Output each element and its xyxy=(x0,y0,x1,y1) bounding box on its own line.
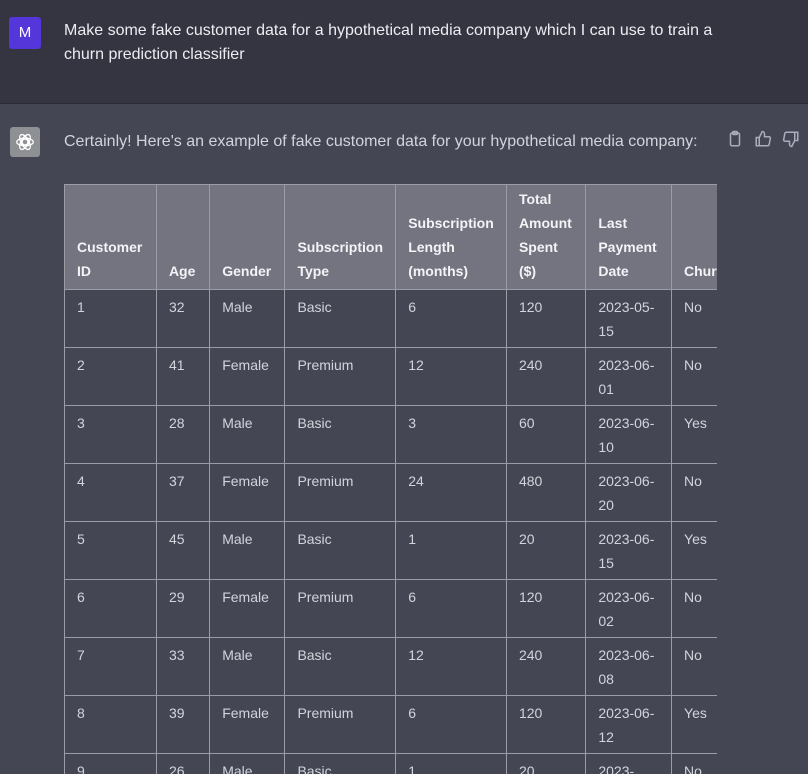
table-cell: 41 xyxy=(156,348,209,406)
table-cell: 5 xyxy=(65,522,157,580)
table-row: 733MaleBasic122402023-06-08No xyxy=(65,638,718,696)
clipboard-icon[interactable] xyxy=(726,130,746,150)
table-cell: Male xyxy=(210,638,285,696)
table-cell: 32 xyxy=(156,290,209,348)
table-row: 545MaleBasic1202023-06-15Yes xyxy=(65,522,718,580)
column-header: Gender xyxy=(210,185,285,290)
table-cell: 1 xyxy=(396,522,507,580)
table-cell: Basic xyxy=(285,290,396,348)
thumbs-down-icon[interactable] xyxy=(782,130,802,150)
table-cell: Female xyxy=(210,696,285,754)
table-cell: 480 xyxy=(506,464,585,522)
table-cell: 7 xyxy=(65,638,157,696)
table-cell: 2023-06-10 xyxy=(586,406,672,464)
table-cell: 6 xyxy=(65,580,157,638)
table-row: 437FemalePremium244802023-06-20No xyxy=(65,464,718,522)
table-cell: No xyxy=(672,580,717,638)
table-row: 132MaleBasic61202023-05-15No xyxy=(65,290,718,348)
openai-logo-icon xyxy=(10,127,40,157)
table-row: 241FemalePremium122402023-06-01No xyxy=(65,348,718,406)
table-cell: No xyxy=(672,638,717,696)
table-cell: 60 xyxy=(506,406,585,464)
table-cell: 240 xyxy=(506,348,585,406)
table-cell: Yes xyxy=(672,696,717,754)
table-cell: 3 xyxy=(396,406,507,464)
table-cell: 37 xyxy=(156,464,209,522)
table-cell: 4 xyxy=(65,464,157,522)
table-cell: 2023-05-15 xyxy=(586,290,672,348)
table-cell: 12 xyxy=(396,348,507,406)
table-cell: Premium xyxy=(285,696,396,754)
table-cell: No xyxy=(672,464,717,522)
customer-data-table: Customer ID Age Gender Subscription Type… xyxy=(64,184,717,774)
table-cell: 1 xyxy=(65,290,157,348)
column-header: Age xyxy=(156,185,209,290)
table-cell: 120 xyxy=(506,290,585,348)
table-cell: Basic xyxy=(285,522,396,580)
user-message: M Make some fake customer data for a hyp… xyxy=(0,0,808,104)
table-cell: 2 xyxy=(65,348,157,406)
user-message-text: Make some fake customer data for a hypot… xyxy=(64,19,754,67)
table-cell: 2023-06-20 xyxy=(586,464,672,522)
table-cell: 2023-06-01 xyxy=(586,348,672,406)
table-cell: No xyxy=(672,348,717,406)
table-cell: Premium xyxy=(285,464,396,522)
table-cell: Male xyxy=(210,290,285,348)
table-body: 132MaleBasic61202023-05-15No241FemalePre… xyxy=(65,290,718,774)
table-cell: Yes xyxy=(672,406,717,464)
table-cell: 33 xyxy=(156,638,209,696)
table-cell: Male xyxy=(210,522,285,580)
table-cell: 12 xyxy=(396,638,507,696)
table-cell: Female xyxy=(210,580,285,638)
table-cell: Yes xyxy=(672,522,717,580)
table-cell: Basic xyxy=(285,406,396,464)
column-header: Subscription Type xyxy=(285,185,396,290)
user-avatar: M xyxy=(9,17,41,49)
table-cell: Female xyxy=(210,348,285,406)
table-cell: 6 xyxy=(396,580,507,638)
table-header-row: Customer ID Age Gender Subscription Type… xyxy=(65,185,718,290)
table-cell: 3 xyxy=(65,406,157,464)
table-row: 328MaleBasic3602023-06-10Yes xyxy=(65,406,718,464)
table-cell: 28 xyxy=(156,406,209,464)
customer-data-table-container[interactable]: Customer ID Age Gender Subscription Type… xyxy=(64,184,717,774)
table-row: 629FemalePremium61202023-06-02No xyxy=(65,580,718,638)
table-cell: 24 xyxy=(396,464,507,522)
table-cell: 6 xyxy=(396,696,507,754)
table-cell: Basic xyxy=(285,638,396,696)
table-cell: 45 xyxy=(156,522,209,580)
table-cell: No xyxy=(672,290,717,348)
table-cell: Female xyxy=(210,464,285,522)
table-row: 839FemalePremium61202023-06-12Yes xyxy=(65,696,718,754)
table-cell: 6 xyxy=(396,290,507,348)
column-header: Last Payment Date xyxy=(586,185,672,290)
table-cell: 120 xyxy=(506,696,585,754)
table-cell: 240 xyxy=(506,638,585,696)
column-header: Subscription Length (months) xyxy=(396,185,507,290)
table-cell: 39 xyxy=(156,696,209,754)
table-cell: Premium xyxy=(285,580,396,638)
table-cell: Premium xyxy=(285,348,396,406)
table-cell: 8 xyxy=(65,696,157,754)
table-cell: 2023-06-02 xyxy=(586,580,672,638)
column-header: Total Amount Spent ($) xyxy=(506,185,585,290)
table-cell: 120 xyxy=(506,580,585,638)
thumbs-up-icon[interactable] xyxy=(754,130,774,150)
column-header: Churned xyxy=(672,185,717,290)
table-cell: 20 xyxy=(506,522,585,580)
message-actions xyxy=(726,130,802,150)
assistant-intro-text: Certainly! Here's an example of fake cus… xyxy=(64,130,714,154)
table-cell: 29 xyxy=(156,580,209,638)
table-cell: 2023-06-12 xyxy=(586,696,672,754)
table-cell: 2023-06-08 xyxy=(586,638,672,696)
table-cell: Male xyxy=(210,406,285,464)
column-header: Customer ID xyxy=(65,185,157,290)
table-cell: 2023-06-15 xyxy=(586,522,672,580)
